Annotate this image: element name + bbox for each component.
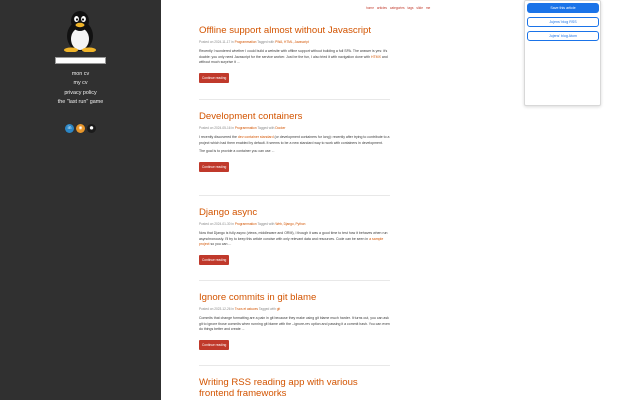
continue-reading-button[interactable]: Continue reading — [199, 73, 230, 84]
post-tagged-label: Tagged with — [257, 222, 275, 226]
post-tags-link[interactable]: Docker — [275, 126, 285, 130]
post-meta: Posted on 2023-12-26 in Trucs et astuces… — [199, 307, 390, 311]
excerpt-text: I recently discovered the — [199, 135, 237, 139]
post-divider — [199, 99, 390, 100]
continue-reading-button[interactable]: Continue reading — [199, 340, 230, 351]
post-category-link[interactable]: Programmation — [235, 40, 257, 44]
post-date: Posted on 2023-12-26 — [199, 307, 231, 311]
post-in-label: in — [231, 307, 234, 311]
post-category-link[interactable]: Trucs et astuces — [235, 307, 258, 311]
post-rss-reading-app: Writing RSS reading app with various fro… — [199, 377, 390, 399]
atom-feed-button[interactable]: Jujens' blog Atom — [527, 31, 599, 41]
github-icon[interactable]: ● — [87, 124, 96, 133]
excerpt-link[interactable]: HTMX — [371, 55, 381, 59]
post-divider — [199, 280, 390, 281]
sidebar-link-last-run-game[interactable]: the "last run" game — [0, 98, 161, 107]
post-title[interactable]: Django async — [199, 207, 390, 218]
search-input[interactable] — [55, 57, 106, 64]
save-article-button[interactable]: Save this article — [527, 3, 599, 13]
post-divider — [199, 195, 390, 196]
post-excerpt: Recently I wondered whether I could buil… — [199, 49, 390, 66]
post-category-link[interactable]: Programmation — [235, 126, 257, 130]
post-excerpt: I recently discovered the dev container … — [199, 135, 390, 146]
tux-penguin-logo[interactable] — [62, 10, 98, 52]
top-nav: home articles categories tags slide me — [366, 5, 432, 11]
excerpt-text-end: so you can ... — [210, 242, 232, 247]
sidebar: mon cv my cv privacy policy the "last ru… — [0, 0, 161, 400]
nav-link-home[interactable]: home — [366, 6, 374, 10]
post-development-containers: Development containers Posted on 2024-05… — [199, 111, 390, 173]
post-title[interactable]: Development containers — [199, 111, 390, 122]
nav-link-categories[interactable]: categories — [390, 6, 405, 10]
continue-reading-button[interactable]: Continue reading — [199, 255, 230, 266]
continue-reading-button[interactable]: Continue reading — [199, 162, 230, 173]
post-excerpt: Commits that change formatting are a pai… — [199, 316, 390, 332]
rss-icon[interactable]: ◉ — [76, 124, 85, 133]
excerpt-text: Recently I wondered whether I could buil… — [199, 49, 388, 59]
post-meta: Posted on 2024-01-30 in Programmation Ta… — [199, 222, 390, 226]
rss-feed-button[interactable]: Jujens' blog RSS — [527, 17, 599, 27]
post-title[interactable]: Ignore commits in git blame — [199, 292, 390, 303]
post-tags-link[interactable]: git — [277, 307, 280, 311]
post-tags-link[interactable]: Web, Django, Python — [275, 222, 305, 226]
post-django-async: Django async Posted on 2024-01-30 in Pro… — [199, 207, 390, 266]
post-tags-link[interactable]: PWA, HTML, Javascript — [275, 40, 309, 44]
post-date: Posted on 2024-01-30 — [199, 222, 231, 226]
post-excerpt: Now that Django is fully async (views, m… — [199, 231, 390, 248]
sidebar-link-mon-cv[interactable]: mon cv — [0, 70, 161, 79]
nav-link-slide[interactable]: slide — [416, 6, 423, 10]
sidebar-link-privacy-policy[interactable]: privacy policy — [0, 89, 161, 98]
nav-link-articles[interactable]: articles — [377, 6, 387, 10]
post-date: Posted on 2024-05-16 — [199, 126, 231, 130]
excerpt-text: Now that Django is fully async (views, m… — [199, 231, 388, 241]
post-date: Posted on 2024-11-17 — [199, 40, 231, 44]
post-tagged-label: Tagged with — [257, 126, 275, 130]
post-tagged-label: Tagged with — [258, 307, 276, 311]
nav-link-tags[interactable]: tags — [407, 6, 413, 10]
post-ignore-commits: Ignore commits in git blame Posted on 20… — [199, 292, 390, 351]
post-in-label: in — [231, 126, 234, 130]
nav-link-me[interactable]: me — [426, 6, 430, 10]
sidebar-links: mon cv my cv privacy policy the "last ru… — [0, 70, 161, 107]
sidebar-link-my-cv[interactable]: my cv — [0, 79, 161, 88]
linkedin-icon[interactable]: in — [65, 124, 74, 133]
post-title[interactable]: Writing RSS reading app with various fro… — [199, 377, 390, 399]
post-title[interactable]: Offline support almost without Javascrip… — [199, 25, 390, 36]
post-offline-support: Offline support almost without Javascrip… — [199, 25, 390, 84]
extension-popup: Save this article Jujens' blog RSS Jujen… — [524, 0, 601, 106]
post-tagged-label: Tagged with — [257, 40, 275, 44]
post-meta: Posted on 2024-05-16 in Programmation Ta… — [199, 126, 390, 130]
excerpt-link[interactable]: dev container standard — [238, 135, 274, 139]
post-meta: Posted on 2024-11-17 in Programmation Ta… — [199, 40, 390, 44]
post-in-label: in — [231, 222, 234, 226]
post-excerpt-continued: The goal is to provide a container you c… — [199, 149, 275, 154]
post-divider — [199, 365, 390, 366]
post-in-label: in — [231, 40, 234, 44]
post-category-link[interactable]: Programmation — [235, 222, 257, 226]
social-links: in ◉ ● — [65, 124, 96, 133]
